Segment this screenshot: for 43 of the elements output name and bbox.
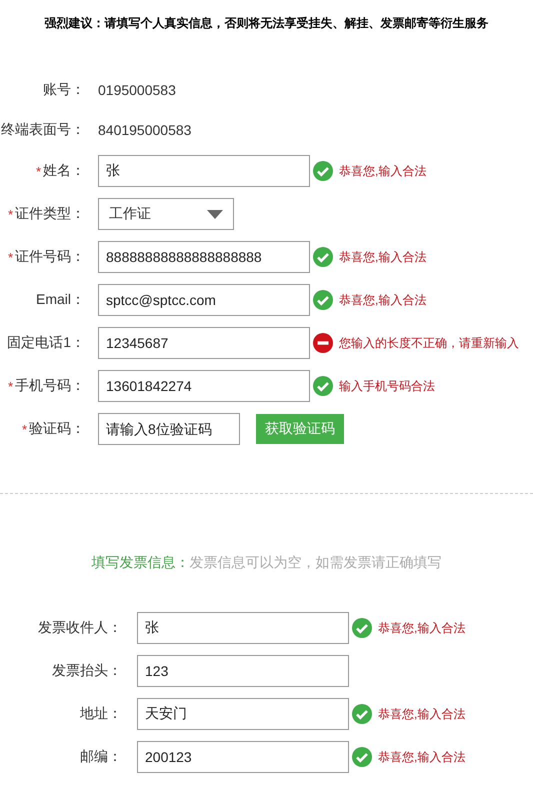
input-field[interactable]: 13601842274 xyxy=(98,370,310,402)
input-field[interactable]: 张 xyxy=(137,612,349,644)
input-field[interactable]: 天安门 xyxy=(137,698,349,730)
field-label: 终端表面号： xyxy=(1,120,85,138)
validation-message: 恭喜您,输入合法 xyxy=(378,706,466,722)
field-label: 证件类型： xyxy=(15,205,85,223)
field-label: 邮编： xyxy=(80,748,122,766)
required-mark: * xyxy=(22,422,27,436)
field-label: 发票抬头： xyxy=(52,662,122,680)
input-field[interactable]: 88888888888888888888 xyxy=(98,241,310,273)
validation-message: 恭喜您,输入合法 xyxy=(339,292,426,308)
field-label: 发票收件人： xyxy=(38,619,122,637)
field-label: 手机号码： xyxy=(15,377,85,395)
input-field[interactable]: 12345687 xyxy=(98,327,310,359)
field-label: Email： xyxy=(36,291,85,309)
input-field[interactable]: sptcc@sptcc.com xyxy=(98,284,310,316)
required-mark: * xyxy=(8,378,13,394)
notice-text: 强烈建议：请填写个人真实信息，否则将无法享受挂失、解挂、发票邮寄等衍生服务 xyxy=(44,15,490,29)
invoice-hint: 发票信息可以为空，如需发票请正确填写 xyxy=(190,554,442,570)
field-label: 验证码： xyxy=(29,420,85,438)
input-field[interactable]: 请输入8位验证码 xyxy=(98,413,240,445)
input-field[interactable]: 123 xyxy=(137,655,349,687)
required-mark: * xyxy=(8,250,13,264)
field-label: 证件号码： xyxy=(15,248,85,266)
input-field[interactable]: 张 xyxy=(98,155,310,187)
invoice-heading: 填写发票信息： xyxy=(92,554,190,570)
field-label: 固定电话1： xyxy=(7,334,85,352)
validation-message: 恭喜您,输入合法 xyxy=(378,620,466,636)
field-value: 0195000583 xyxy=(98,82,176,98)
field-label: 账号： xyxy=(43,80,85,98)
field-label: 地址： xyxy=(80,705,122,723)
required-mark: * xyxy=(36,164,41,178)
required-mark: * xyxy=(8,206,13,222)
validation-message: 输入手机号码合法 xyxy=(339,378,435,394)
input-field[interactable]: 200123 xyxy=(137,741,349,773)
dropdown[interactable]: 工作证 xyxy=(98,198,234,230)
validation-message: 您输入的长度不正确，请重新输入 xyxy=(339,334,519,352)
validation-message: 恭喜您,输入合法 xyxy=(339,248,426,266)
field-label: 姓名： xyxy=(43,162,85,180)
field-value: 840195000583 xyxy=(98,122,192,138)
validation-message: 恭喜您,输入合法 xyxy=(378,748,466,766)
caret-icon xyxy=(207,210,223,218)
validation-message: 恭喜您,输入合法 xyxy=(339,162,426,180)
